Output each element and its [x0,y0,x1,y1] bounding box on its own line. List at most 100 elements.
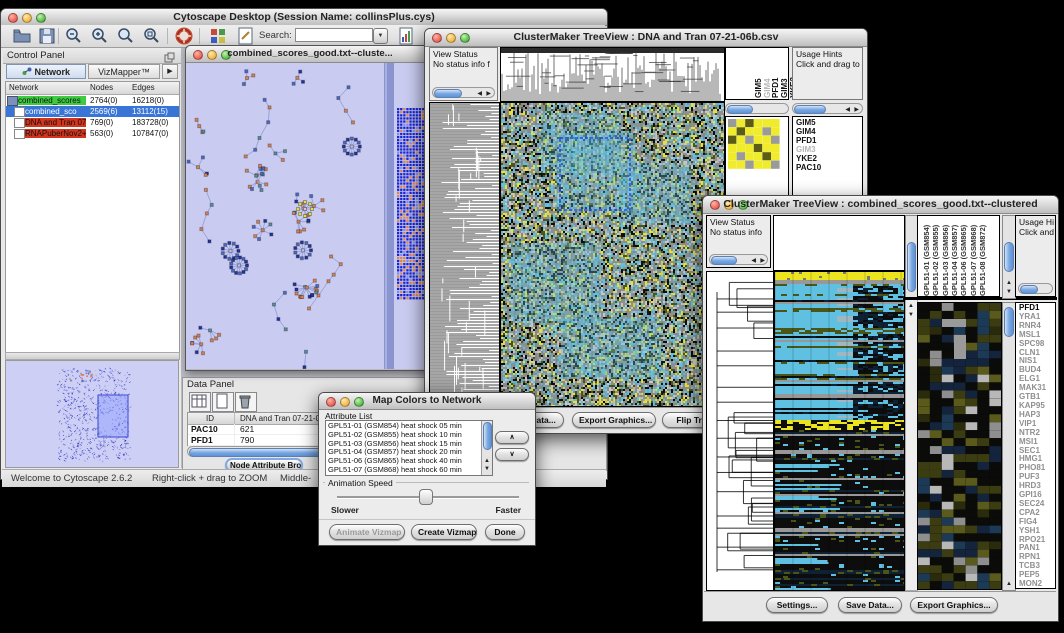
tv2-gene-label[interactable]: MON2 [1019,580,1046,589]
document-icon [14,118,25,128]
network-nodes: 2569(6) [90,107,118,116]
dialog-button-animate-vizmap[interactable]: Animate Vizmap [329,524,405,540]
tv2-column-label: GPL51-04 (GSM857) [950,225,959,296]
attribute-list-scrollbar[interactable]: ▲▼ [481,421,492,475]
search-label: Search: [259,30,292,41]
network-canvas[interactable] [186,63,432,369]
chevron-right-icon: ▶ [167,68,172,75]
folder-icon [7,96,18,106]
dialog-title: Map Colors to Network [319,395,535,406]
tv2-divider [905,297,1057,300]
open-file-button[interactable] [12,26,34,48]
tv2-global-heatmap[interactable] [774,271,905,591]
tv1-gene-label[interactable]: PAC10 [796,164,821,173]
network-frame-titlebar[interactable]: combined_scores_good.txt--cluste... [186,46,434,63]
tv1-labels-scrollbar[interactable] [725,103,789,114]
tab-vizmapper[interactable]: VizMapper™ [88,64,160,79]
tv2-column-dendrogram-area [773,215,905,271]
tv2-column-labels-panel: GPL51-01 (GSM854)GPL51-02 (GSM855) GPL51-… [917,215,1000,297]
tv2-usage-scrollbar[interactable] [1018,283,1053,294]
row-id: PAC10 [191,424,218,434]
col-divider [234,424,235,434]
search-dropdown-button[interactable]: ▼ [373,28,388,44]
tv1-button-export-graphics[interactable]: Export Graphics... [572,412,656,428]
zoom-selected-button[interactable] [142,26,164,48]
tv2-button-save-data[interactable]: Save Data... [838,597,902,613]
dialog-button-create-vizmap[interactable]: Create Vizmap [411,524,477,540]
save-button[interactable] [37,26,59,48]
animation-speed-group: Animation Speed Slower Faster [323,482,529,515]
network-table-header: Network Nodes Edges [6,82,179,95]
tv1-usage-hints-panel: Usage Hints Click and drag to [792,47,863,100]
tv1-status-scrollbar[interactable]: ◀▶ [432,87,495,98]
datapanel-newdoc-icon[interactable] [212,392,234,412]
tv2-button-settings[interactable]: Settings... [766,597,828,613]
tv2-row-dendrogram[interactable] [706,271,774,591]
tv1-column-dendrogram[interactable] [500,47,725,102]
tv1-zoom-heatmap[interactable] [728,119,780,169]
tab-network[interactable]: Network [6,64,86,79]
datapanel-table-icon[interactable] [189,392,211,412]
treeview1-titlebar[interactable]: ClusterMaker TreeView : DNA and Tran 07-… [425,29,867,47]
treeview2-title: ClusterMaker TreeView : combined_scores_… [703,198,1058,210]
network-name: combined_scores [18,96,86,105]
network-edges: 13112(15) [132,107,168,116]
zoom-fit-button[interactable] [116,26,138,48]
tv1-column-label: GIM5 [754,78,763,98]
tab-vizmapper-label: VizMapper™ [98,67,150,77]
tv1-heatmap[interactable] [500,102,725,407]
control-panel-title: Control Panel [7,50,65,61]
move-up-button[interactable]: ∧ [495,431,529,444]
network-nodes: 563(0) [90,129,113,138]
network-frame-title: combined_scores_good.txt--cluste... [186,48,434,59]
tv1-usage-scrollbar[interactable]: ◀▶ [792,103,863,114]
attribute-list-item[interactable]: GPL51-07 (GSM868) heat shock 60 min [328,466,481,475]
tv2-zoom-scrollbar-top[interactable]: ▲▼ [1002,215,1016,299]
tv2-zoom-scrollbar[interactable]: ▲ [1002,302,1016,591]
row-id: PFD1 [191,435,213,445]
network-tree-row[interactable]: RNAPuberNov2+| 563(0) 107847(0) [6,128,179,139]
network-overview-thumbnail[interactable] [5,360,179,468]
dialog-titlebar[interactable]: Map Colors to Network [319,393,535,410]
zoom-in-button[interactable] [90,26,112,48]
tv2-column-label: GPL51-01 (GSM854) [922,225,931,296]
network-tree-row[interactable]: DNA and Tran 07769(0)183728(0) [6,117,179,128]
tv2-zoom-heatmap[interactable] [917,302,1002,590]
network-edges: 183728(0) [132,118,168,127]
data-panel-title: Data Panel [187,379,234,390]
move-down-button[interactable]: ∨ [495,448,529,461]
tv2-status-scrollbar[interactable]: ◀▶ [709,254,768,265]
desktop: Cytoscape Desktop (Session Name: collins… [0,0,1064,633]
col-divider [234,435,235,445]
slider-thumb[interactable] [419,489,433,505]
network-edges: 107847(0) [132,129,168,138]
panel-splitter[interactable] [5,352,180,360]
tv2-column-label: GPL51-02 (GSM855) [931,225,940,296]
network-tree-row[interactable]: combined_sco 2569(6) 13112(15) [6,106,179,117]
datapanel-trash-icon[interactable] [235,392,257,412]
dialog-button-done[interactable]: Done [485,524,525,540]
network-nodes: 769(0) [90,118,113,127]
tab-overflow-arrow[interactable]: ▶ [162,64,178,79]
document-icon [14,107,25,117]
network-view-frame: combined_scores_good.txt--cluste... [185,45,435,371]
tv1-row-dendrogram[interactable] [429,102,500,407]
search-input[interactable] [295,28,373,42]
treeview1-title: ClusterMaker TreeView : DNA and Tran 07-… [425,31,867,43]
zoom-out-button[interactable] [64,26,86,48]
attribute-listbox[interactable]: GPL51-01 (GSM854) heat shock 05 minGPL51… [325,420,493,476]
tv1-view-status-panel: View Status No status info f ◀▶ [429,47,498,101]
tv2-column-label: GPL51-07 (GSM868) [969,225,978,296]
main-titlebar[interactable]: Cytoscape Desktop (Session Name: collins… [1,9,607,26]
network-table: Network Nodes Edges combined_scores2764(… [5,81,180,353]
tv2-button-export-graphics[interactable]: Export Graphics... [910,597,998,613]
treeview2-titlebar[interactable]: ClusterMaker TreeView : combined_scores_… [703,196,1058,214]
network-tree-row[interactable]: combined_scores2764(0)16218(0) [6,95,179,106]
tv2-gene-list-panel: PFD1YRA1RNR4MSL1SPC98CLN1NIS1BUD4ELG1MAK… [1015,302,1056,589]
network-edges: 16218(0) [132,96,164,105]
tv1-column-labels-panel: GIM5GIM4PFD1GIM3YKE2PAC10 [725,47,789,100]
network-name: RNAPuberNov2+| [25,129,86,138]
network-name: combined_sco [25,107,86,116]
tv2-button-bar: Settings... Save Data... Export Graphics..… [704,591,1056,620]
treeview2-window: ClusterMaker TreeView : combined_scores_… [702,195,1059,622]
